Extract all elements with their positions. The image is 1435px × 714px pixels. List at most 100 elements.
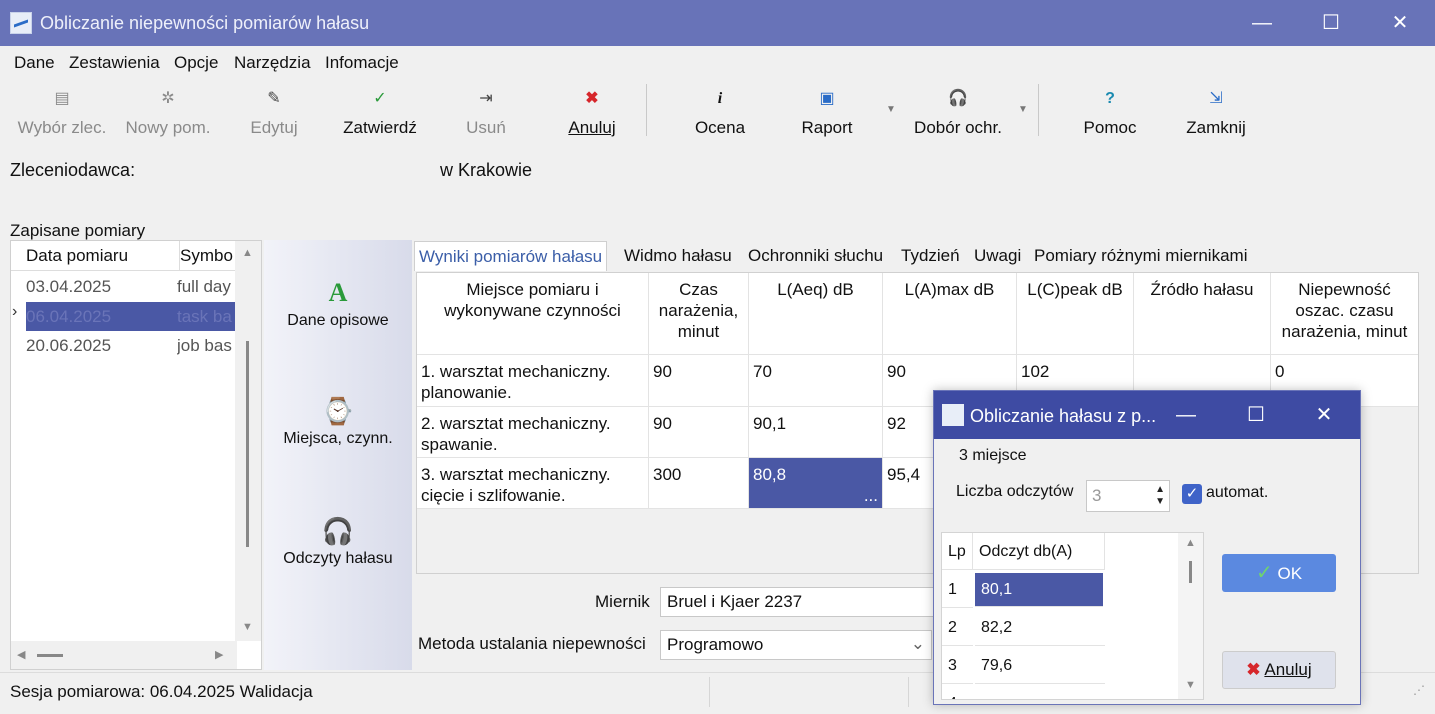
column-header-lcpeak[interactable]: L(C)peak dB [1017, 273, 1134, 355]
list-item-date-selected[interactable]: 06.04.2025 [26, 302, 177, 331]
table-cell-place[interactable]: 2. warsztat mechaniczny. spawanie. [417, 407, 649, 458]
scroll-right-icon[interactable]: ▶ [215, 648, 223, 661]
zamknij-button[interactable]: ⇲ Zamknij [1180, 88, 1252, 140]
chevron-down-icon: ⌄ [910, 634, 925, 653]
list-item-date[interactable]: 03.04.2025 [26, 272, 176, 301]
dialog-place-label: 3 miejsce [959, 447, 1027, 464]
reading-cell[interactable] [975, 685, 1105, 699]
toolbar: ▤ Wybór zlec. ✲ Nowy pom. ✎ Edytuj ✓ Zat… [0, 80, 1435, 140]
wybor-zlec-button[interactable]: ▤ Wybór zlec. [16, 88, 108, 140]
dialog-close-button[interactable]: ✕ [1304, 401, 1344, 429]
ellipsis-button[interactable]: ... [864, 485, 878, 506]
menu-infomacje[interactable]: Infomacje [325, 53, 399, 73]
table-cell-place[interactable]: 1. warsztat mechaniczny. planowanie. [417, 355, 649, 407]
column-header-lamax[interactable]: L(A)max dB [883, 273, 1017, 355]
horizontal-scrollbar[interactable]: ◀ ▶ [11, 641, 237, 669]
pomoc-button[interactable]: ? Pomoc [1078, 88, 1142, 140]
menu-opcje[interactable]: Opcje [174, 53, 218, 73]
ocena-button[interactable]: i Ocena [690, 88, 750, 140]
miernik-input[interactable]: Bruel i Kjaer 2237 [660, 587, 940, 617]
scroll-down-icon[interactable]: ▼ [1185, 679, 1196, 691]
scroll-left-icon[interactable]: ◀ [17, 648, 25, 661]
close-button[interactable]: ✕ [1378, 8, 1422, 38]
scroll-thumb[interactable] [1189, 561, 1192, 583]
scroll-down-icon[interactable]: ▼ [242, 621, 253, 633]
column-header-laeq[interactable]: L(Aeq) dB [749, 273, 883, 355]
scroll-thumb[interactable] [246, 341, 249, 547]
column-header-reading[interactable]: Odczyt db(A) [973, 533, 1105, 570]
scroll-up-icon[interactable]: ▲ [242, 247, 253, 259]
reading-count-label: Liczba odczytów [956, 483, 1074, 500]
side-navigation: A Dane opisowe ⌚ Miejsca, czynn. 🎧 Odczy… [264, 240, 412, 670]
dobor-dropdown-icon[interactable]: ▼ [1018, 104, 1028, 115]
edit-icon: ✎ [267, 90, 281, 107]
column-header-time[interactable]: Czas narażenia, minut [649, 273, 749, 355]
auto-checkbox[interactable]: ✓ [1182, 484, 1202, 504]
list-item-symbol[interactable]: job bas [177, 331, 235, 360]
dialog-title-bar: Obliczanie hałasu z p... — ☐ ✕ [934, 391, 1360, 439]
tab-tydzien[interactable]: Tydzień [901, 241, 960, 271]
column-header-place[interactable]: Miejsce pomiaru i wykonywane czynności [417, 273, 649, 355]
list-item-symbol[interactable]: full day [177, 272, 235, 301]
metoda-select[interactable]: Programowo ⌄ [660, 630, 932, 660]
table-cell-laeq[interactable]: 70 [749, 355, 883, 407]
saved-measurements-list[interactable]: Data pomiaru Symbo 03.04.2025 full day ›… [10, 240, 262, 670]
tab-wyniki[interactable]: Wyniki pomiarów hałasu [414, 241, 608, 271]
saved-measurements-label: Zapisane pomiary [10, 221, 146, 240]
minimize-button[interactable]: — [1240, 8, 1284, 38]
zatwierdz-button[interactable]: ✓ Zatwierdź [338, 88, 422, 140]
dialog-vertical-scrollbar[interactable]: ▲ ▼ [1178, 533, 1203, 699]
cancel-button[interactable]: ✖ Anuluj [1222, 651, 1336, 689]
reading-cell[interactable]: 79,6 [975, 647, 1105, 684]
vertical-scrollbar[interactable]: ▲ ▼ [235, 241, 261, 641]
edytuj-button[interactable]: ✎ Edytuj [244, 88, 304, 140]
menu-dane[interactable]: Dane [14, 53, 55, 73]
table-cell-time[interactable]: 300 [649, 458, 749, 509]
column-header-uncertainty[interactable]: Niepewność oszac. czasu narażenia, minut [1271, 273, 1418, 355]
stopwatch-icon: ⌚ [321, 396, 355, 426]
nav-miejsca[interactable]: ⌚ Miejsca, czynn. [264, 396, 412, 448]
column-header-symbol[interactable]: Symbo [179, 241, 235, 270]
spin-down-icon[interactable]: ▼ [1155, 496, 1165, 507]
column-header-date[interactable]: Data pomiaru [26, 241, 174, 270]
nav-dane-opisowe[interactable]: A Dane opisowe [264, 278, 412, 330]
column-header-source[interactable]: Źródło hałasu [1134, 273, 1271, 355]
delete-row-icon: ⇥ [479, 90, 493, 107]
table-cell-laeq-selected[interactable]: 80,8 ... [749, 458, 883, 509]
tab-uwagi[interactable]: Uwagi [974, 241, 1021, 271]
letter-a-icon: A [328, 278, 348, 307]
row-number: 2 [942, 609, 973, 646]
raport-button[interactable]: ▣ Raport [796, 88, 858, 140]
reading-cell-selected[interactable]: 80,1 [975, 573, 1103, 607]
reading-cell[interactable]: 82,2 [975, 609, 1105, 646]
nav-odczyty[interactable]: 🎧 Odczyty hałasu [264, 516, 412, 568]
nowy-pom-button[interactable]: ✲ Nowy pom. [122, 88, 214, 140]
anuluj-button[interactable]: ✖ Anuluj [562, 88, 622, 140]
menu-zestawienia[interactable]: Zestawienia [69, 53, 160, 73]
list-item-date[interactable]: 20.06.2025 [26, 331, 176, 360]
dialog-minimize-button[interactable]: — [1166, 401, 1206, 429]
maximize-button[interactable]: ☐ [1309, 8, 1353, 38]
table-cell-time[interactable]: 90 [649, 407, 749, 458]
column-header-lp[interactable]: Lp [942, 533, 973, 570]
table-cell-laeq[interactable]: 90,1 [749, 407, 883, 458]
menu-narzedzia[interactable]: Narzędzia [234, 53, 311, 73]
dialog-maximize-button[interactable]: ☐ [1236, 401, 1276, 429]
metoda-label: Metoda ustalania niepewności [418, 634, 646, 653]
scroll-thumb[interactable] [37, 654, 63, 657]
reading-count-stepper[interactable]: 3 ▲ ▼ [1086, 480, 1170, 512]
raport-dropdown-icon[interactable]: ▼ [886, 104, 896, 115]
resize-grip-icon[interactable]: ⋰ [1413, 683, 1425, 697]
dobor-ochr-button[interactable]: 🎧 Dobór ochr. [908, 88, 1008, 140]
tab-ochronniki[interactable]: Ochronniki słuchu [748, 241, 883, 271]
tab-pomiary-miernikami[interactable]: Pomiary różnymi miernikami [1034, 241, 1247, 271]
usun-button[interactable]: ⇥ Usuń [460, 88, 512, 140]
table-cell-time[interactable]: 90 [649, 355, 749, 407]
list-item-symbol-selected[interactable]: task ba [177, 302, 235, 331]
info-icon: i [717, 90, 723, 107]
scroll-up-icon[interactable]: ▲ [1185, 537, 1196, 549]
ok-button[interactable]: ✓ OK [1222, 554, 1336, 592]
spin-up-icon[interactable]: ▲ [1155, 484, 1165, 495]
table-cell-place[interactable]: 3. warsztat mechaniczny. cięcie i szlifo… [417, 458, 649, 509]
tab-widmo[interactable]: Widmo hałasu [624, 241, 732, 271]
